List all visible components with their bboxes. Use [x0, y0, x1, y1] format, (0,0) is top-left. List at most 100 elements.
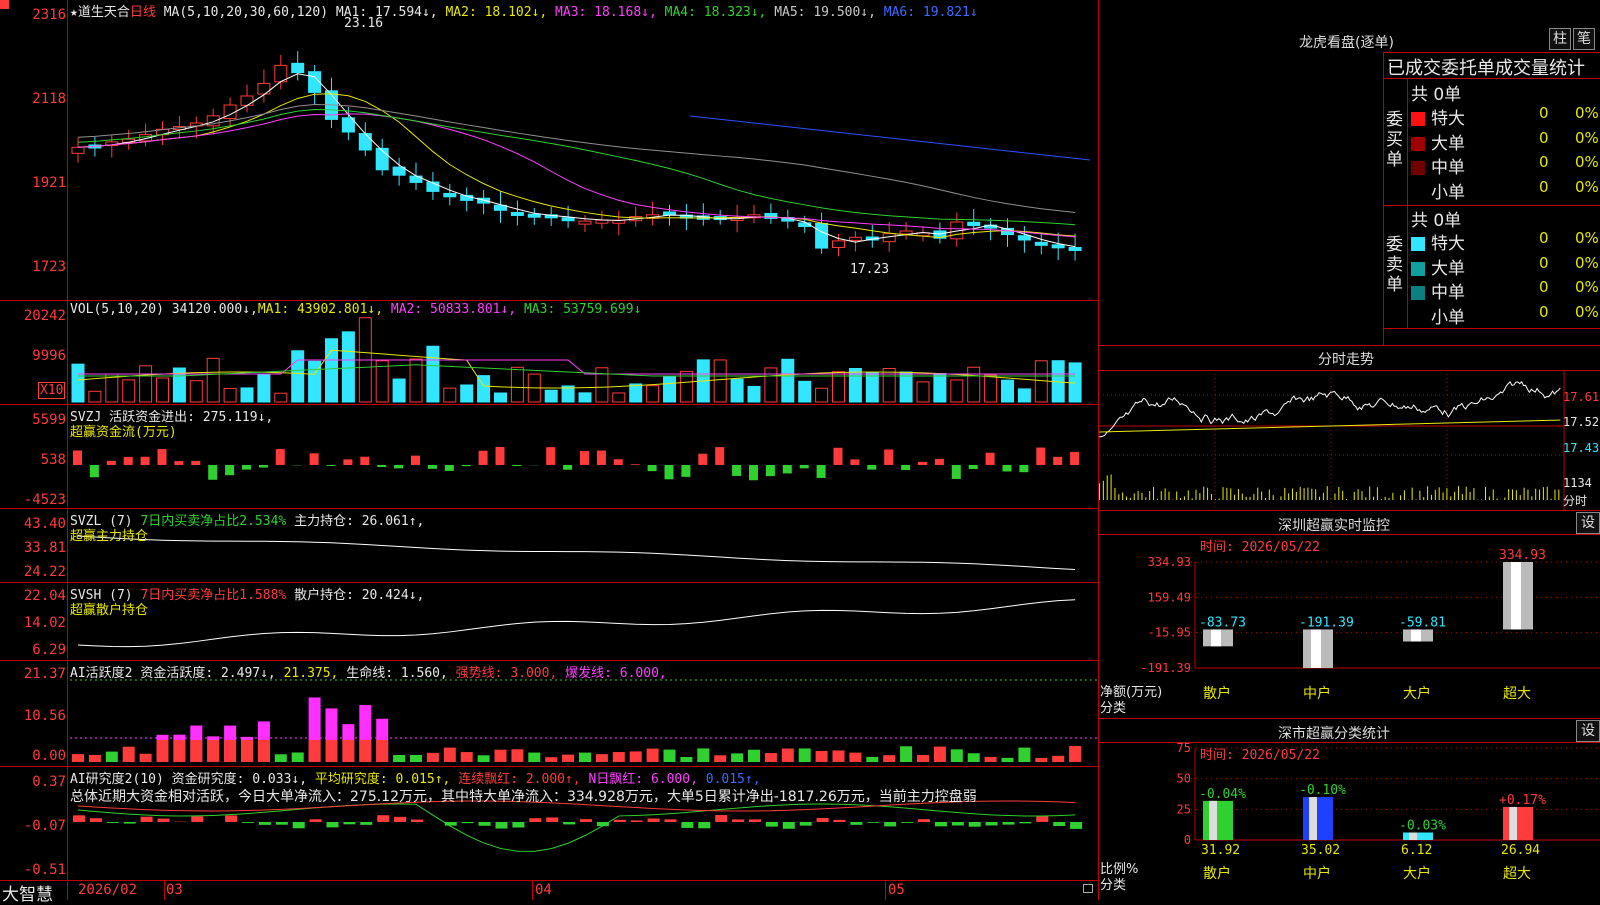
research-bar [1053, 822, 1065, 826]
research-bar [986, 822, 998, 825]
research-bar [73, 815, 85, 822]
ai2-cont-red: 连续飘红: 2.000↑, [458, 772, 580, 787]
research-bar [631, 820, 643, 822]
fund-flow-bar [783, 465, 792, 473]
intraday-vol-bar [1327, 486, 1328, 500]
fund-flow-bar [563, 465, 572, 470]
volume-bar [714, 360, 726, 402]
bar-value-label: 35.02 [1301, 843, 1340, 858]
fund-flow-bar [411, 456, 420, 465]
intraday-vol-bar [1223, 487, 1224, 500]
row-percent: 0% [1575, 129, 1599, 147]
axis-tick: 0 [1184, 833, 1191, 847]
row-percent: 0% [1575, 104, 1599, 122]
volume-bar [123, 380, 135, 402]
kline-chart-area[interactable] [0, 0, 1098, 900]
fund-flow-bar [360, 457, 369, 465]
stats-chart[interactable]: 7550250-0.04%31.92散户-0.10%35.02中户-0.03%6… [1099, 742, 1600, 900]
sell-row: 小单00% [1411, 303, 1600, 327]
row-count: 0 [1539, 278, 1549, 296]
research-bar [90, 818, 102, 822]
period-label[interactable]: 日线 [130, 5, 156, 20]
intraday-vol-bar [1246, 497, 1247, 500]
activity-base [326, 740, 338, 762]
monitor-settings-button[interactable]: 设 [1576, 512, 1600, 534]
volume-bar [258, 375, 270, 402]
lock-icon[interactable] [1083, 884, 1093, 893]
activity-bar [1035, 758, 1047, 762]
activity-base [157, 740, 169, 762]
category-bar-highlight [1209, 801, 1217, 840]
ai1-strong-line: 强势线: 3.000, [456, 666, 558, 681]
volume-bar [765, 368, 777, 402]
candle-body [664, 212, 676, 215]
monitor-chart[interactable]: 334.93159.49-15.95-191.39-83.73散户-191.39… [1099, 534, 1600, 718]
research-bar [462, 822, 474, 823]
bar-value-label: -0.04% [1199, 787, 1246, 802]
brand-label: 大智慧 [2, 880, 53, 905]
intraday-vol-bar [1431, 495, 1432, 500]
stats-settings-button[interactable]: 设 [1576, 720, 1600, 742]
intraday-vol-bar [1338, 487, 1339, 500]
volume-bar [140, 366, 152, 402]
fund-flow-bar [631, 464, 640, 465]
activity-bar [1052, 756, 1064, 762]
vol-value: 34120.000↓, [172, 302, 258, 317]
activity-bar [89, 755, 101, 762]
fund-flow-bar [90, 465, 99, 477]
fund-flow-bar [732, 465, 741, 476]
intraday-vol-bar [1257, 488, 1258, 500]
buy-row: 小单00% [1411, 178, 1600, 202]
sell-total: 共 0单 [1411, 206, 1461, 231]
candle-body [900, 231, 912, 234]
intraday-vol-bar [1485, 487, 1486, 500]
volume-bar [917, 382, 929, 402]
intraday-vol-bar [1134, 493, 1135, 500]
intraday-vol-bar [1361, 491, 1362, 500]
favorite-star-icon[interactable]: ★ [70, 5, 78, 20]
intraday-chart[interactable] [1099, 370, 1600, 510]
bar-view-button[interactable]: 柱 [1549, 28, 1571, 50]
activity-base [258, 740, 270, 762]
row-percent: 0% [1575, 153, 1599, 171]
legend-swatch [1411, 286, 1425, 300]
intraday-vol-bar [1400, 495, 1401, 500]
volume-bar [292, 351, 304, 402]
category-label: 中户 [1303, 865, 1331, 882]
svsh-value: 散户持仓: 20.424↓, [294, 588, 424, 603]
activity-bar [461, 752, 473, 762]
intraday-vol-bar [1230, 488, 1231, 500]
fund-flow-bar [124, 457, 133, 465]
sell-row: 大单00% [1411, 254, 1600, 278]
ma1-line [78, 74, 1075, 247]
fund-flow-bar [918, 462, 927, 465]
intraday-vol-bar [1497, 499, 1498, 500]
volume-bar [106, 374, 118, 402]
fund-flow-bar [884, 450, 893, 465]
research-bar [158, 819, 170, 822]
buy-orders-label: 委买单 [1386, 110, 1406, 170]
ai2-summary: 总体近期大资金相对活跃，今日大单净流入：275.12万元，其中特大单净流入：33… [70, 786, 977, 806]
intraday-vol-bar [1304, 488, 1305, 500]
candle-body [1069, 247, 1081, 250]
fund-flow-bar [327, 465, 336, 466]
activity-bar [1018, 748, 1030, 762]
intraday-vol-bar [1365, 497, 1366, 500]
date-label: 05 [888, 882, 905, 898]
ma-params: MA(5,10,20,30,60,120) [164, 5, 328, 20]
tick-view-button[interactable]: 笔 [1573, 28, 1595, 50]
bar-value-label: -83.73 [1199, 615, 1246, 630]
row-percent: 0% [1575, 254, 1599, 272]
fund-flow-bar [800, 465, 809, 468]
category-bar-highlight [1311, 629, 1321, 668]
svsh-subtitle: 超赢散户持仓 [70, 599, 148, 618]
fund-flow-bar [901, 465, 910, 470]
legend-swatch [1411, 186, 1425, 200]
research-bar [479, 822, 491, 826]
volume-bar [241, 388, 253, 402]
vol-ma1: MA1: 43902.801↓, [258, 302, 383, 317]
research-bar [884, 822, 896, 826]
date-label: 2026/02 [78, 882, 137, 898]
monitor-title: 深圳超赢实时监控 [1278, 515, 1390, 535]
intraday-vol-bar [1280, 496, 1281, 500]
